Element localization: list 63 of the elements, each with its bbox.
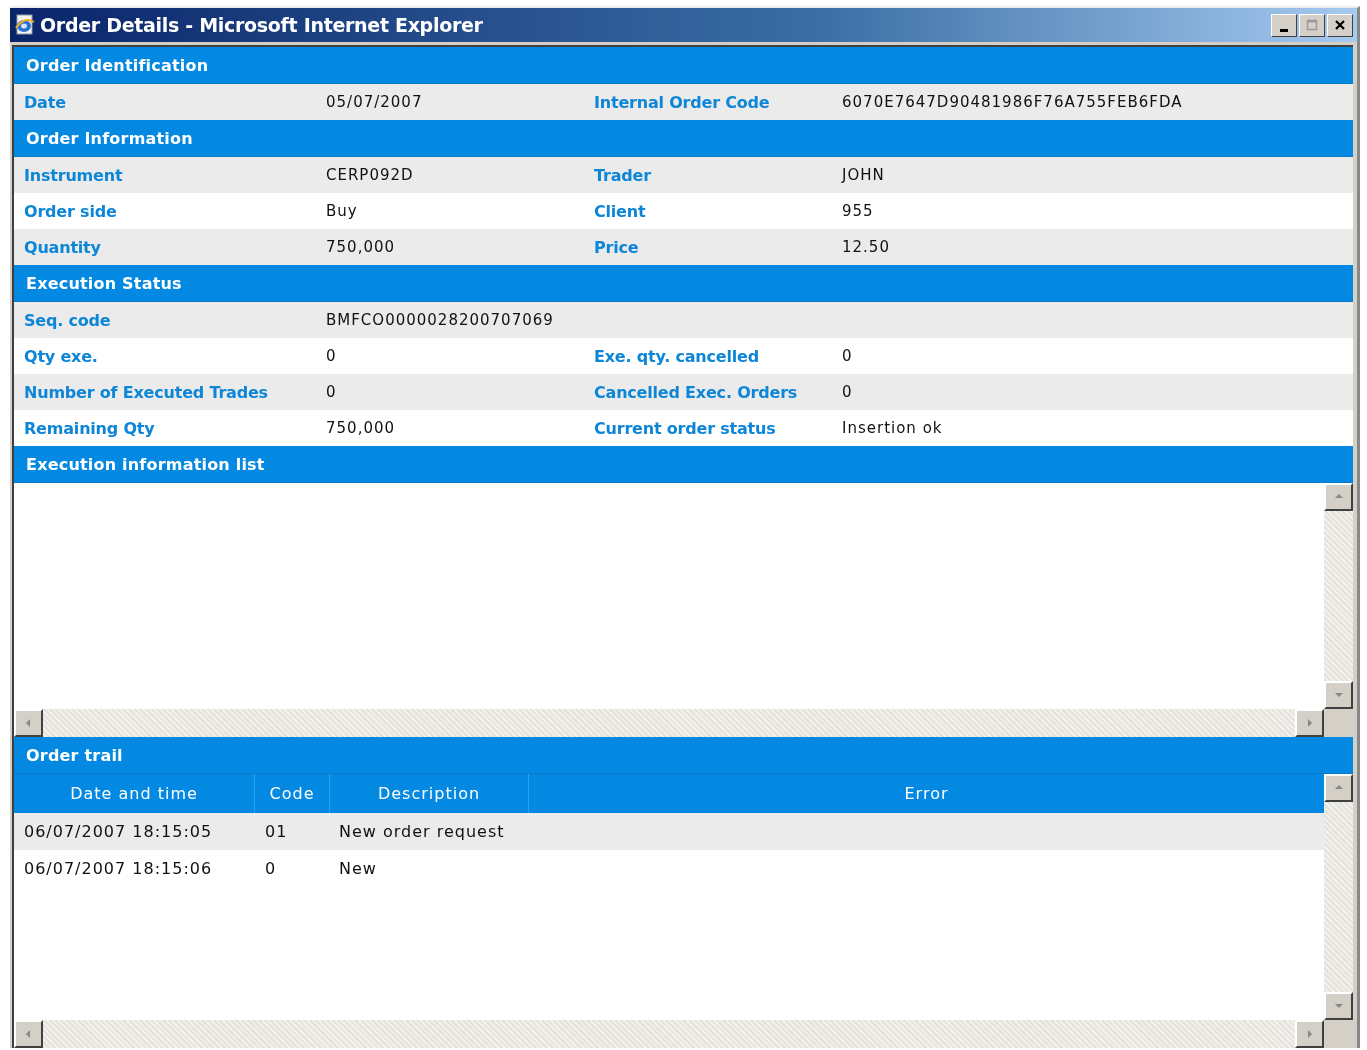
table-cell-text: New: [338, 859, 378, 878]
field-label: Remaining Qty: [23, 418, 156, 438]
field-label: Current order status: [593, 418, 777, 438]
column-header[interactable]: Error: [529, 774, 1324, 813]
table-cell-text: 0: [264, 859, 278, 878]
field-value: 0: [326, 347, 338, 365]
field-value: Buy: [326, 202, 359, 220]
field-value: 750,000: [326, 419, 397, 437]
field-value: CERP092D: [326, 166, 415, 184]
scroll-right-button[interactable]: [1295, 1020, 1324, 1048]
field-label: Client: [593, 201, 647, 221]
field-value: 0: [326, 383, 338, 401]
section-header: Order Identification: [14, 47, 1353, 84]
field-value: 750,000: [326, 238, 397, 256]
section-header: Order Information: [14, 120, 1353, 157]
field-value: 0: [842, 383, 853, 401]
field-label: Order side: [23, 201, 118, 221]
scroll-left-button[interactable]: [14, 709, 43, 737]
minimize-icon: [1280, 28, 1288, 32]
scroll-down-button[interactable]: [1324, 992, 1353, 1020]
field-label: Exe. qty. cancelled: [593, 346, 760, 366]
table-cell-text: New order request: [338, 822, 506, 841]
browser-icon: [14, 14, 36, 36]
section-header: Order trail: [14, 737, 1353, 774]
section-header: Execution Status: [14, 265, 1353, 302]
maximize-button[interactable]: [1299, 13, 1325, 37]
field-label: Number of Executed Trades: [23, 382, 269, 402]
field-value: Insertion ok: [842, 419, 943, 437]
section-header: Execution information list: [14, 446, 1353, 483]
scroll-left-button[interactable]: [14, 1020, 43, 1048]
field-label: Internal Order Code: [593, 92, 771, 112]
field-label: Price: [593, 237, 640, 257]
table-cell-text: 01: [264, 822, 289, 841]
vertical-scrollbar[interactable]: [1324, 483, 1353, 709]
field-label: Qty exe.: [23, 346, 99, 366]
field-value: 0: [842, 347, 853, 365]
field-value: 6070E7647D90481986F76A755FEB6FDA: [842, 93, 1183, 111]
vertical-scrollbar[interactable]: [1324, 774, 1353, 1020]
table-cell-text: 06/07/2007 18:15:05: [23, 822, 214, 841]
scroll-up-button[interactable]: [1324, 483, 1353, 511]
horizontal-scrollbar[interactable]: [14, 709, 1324, 737]
field-label: Quantity: [23, 237, 102, 257]
scroll-right-button[interactable]: [1295, 709, 1324, 737]
scroll-down-button[interactable]: [1324, 681, 1353, 709]
field-label: Trader: [593, 165, 652, 185]
field-value: 12.50: [842, 238, 890, 256]
field-value: 05/07/2007: [326, 93, 424, 111]
maximize-icon: [1306, 19, 1318, 31]
horizontal-scrollbar[interactable]: [14, 1020, 1324, 1048]
minimize-button[interactable]: [1271, 13, 1297, 37]
scrollbar-corner: [1324, 709, 1353, 737]
field-value: 955: [842, 202, 874, 220]
close-button[interactable]: [1327, 13, 1353, 37]
field-label: Seq. code: [23, 310, 112, 330]
field-value: JOHN: [842, 166, 885, 184]
field-label: Date: [23, 92, 67, 112]
field-label: Instrument: [23, 165, 124, 185]
window-title: Order Details - Microsoft Internet Explorer: [40, 14, 484, 36]
close-icon: [1334, 19, 1346, 31]
field-label: Cancelled Exec. Orders: [593, 382, 799, 402]
scroll-up-button[interactable]: [1324, 774, 1353, 802]
table-cell-text: 06/07/2007 18:15:06: [23, 859, 214, 878]
field-value: BMFCO0000028200707069: [326, 311, 555, 329]
